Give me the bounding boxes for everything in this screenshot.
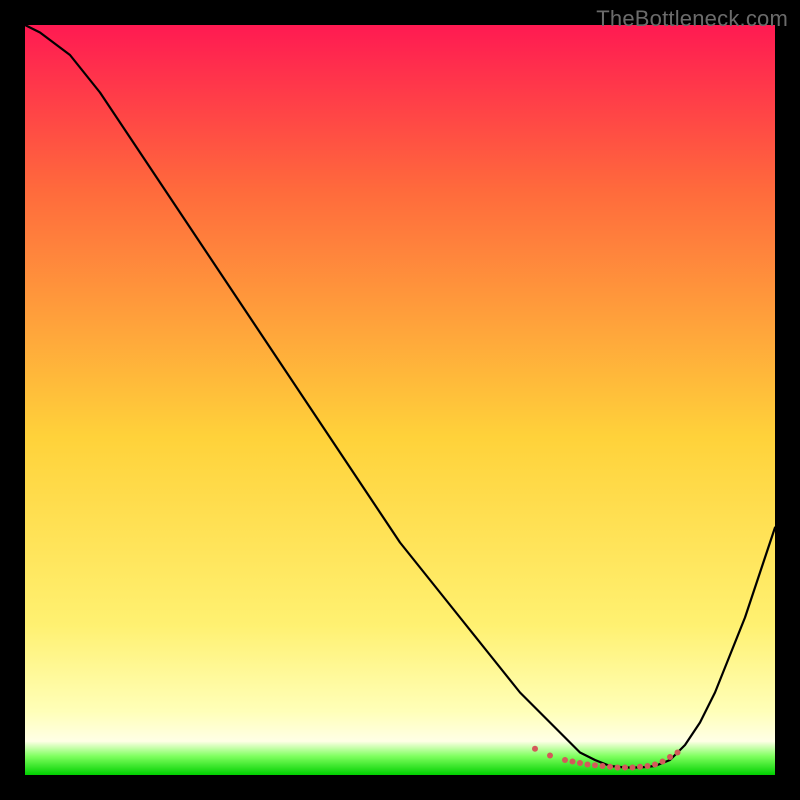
chart-container: TheBottleneck.com (0, 0, 800, 800)
scatter-point (622, 765, 628, 771)
scatter-point (645, 763, 651, 769)
scatter-point (607, 764, 613, 770)
scatter-point (577, 760, 583, 766)
scatter-point (592, 762, 598, 768)
scatter-point (667, 754, 673, 760)
scatter-point (547, 753, 553, 759)
plot-area (25, 25, 775, 775)
scatter-point (675, 750, 681, 756)
scatter-point (562, 757, 568, 763)
scatter-point (585, 762, 591, 768)
scatter-point (637, 764, 643, 770)
scatter-point (652, 762, 658, 768)
scatter-point (660, 759, 666, 765)
attribution-label: TheBottleneck.com (596, 6, 788, 32)
scatter-point (600, 763, 606, 769)
scatter-point (615, 765, 621, 771)
chart-svg (25, 25, 775, 775)
scatter-point (532, 746, 538, 752)
scatter-point (570, 759, 576, 765)
plot-background (25, 25, 775, 775)
scatter-point (630, 765, 636, 771)
